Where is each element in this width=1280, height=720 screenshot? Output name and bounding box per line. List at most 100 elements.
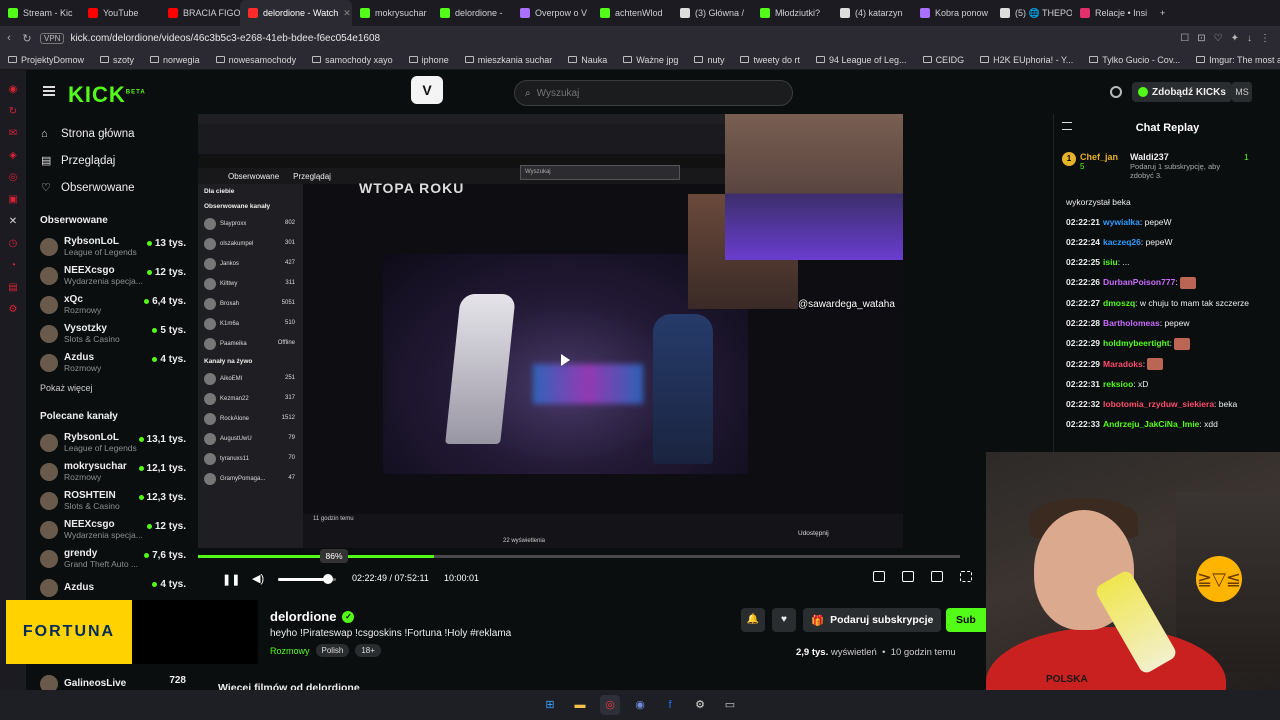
bookmark-item[interactable]: tweety do rt [732, 55, 808, 65]
bookmark-item[interactable]: iphone [401, 55, 457, 65]
volume-knob[interactable] [322, 574, 333, 584]
category-link[interactable]: Rozmowy [270, 646, 310, 656]
bookmark-item[interactable]: mieszkania suchar [457, 55, 561, 65]
bookmark-item[interactable]: 94 League of Leg... [808, 55, 915, 65]
download-icon[interactable]: ↓ [1247, 33, 1252, 44]
browser-tab[interactable]: (5) 🌐 THEPO [992, 0, 1072, 26]
search-box[interactable]: ⌕ [514, 80, 793, 106]
menu-icon[interactable]: ⋮ [1260, 33, 1270, 44]
sidebar-item-home[interactable]: ⌂ Strona główna [26, 120, 192, 147]
chat-username[interactable]: Maradoks [1103, 359, 1143, 369]
sidebar-item-browse[interactable]: ▤ Przeglądaj [26, 147, 192, 174]
chat-username[interactable]: dmoszq [1103, 298, 1135, 308]
sidebar-channel[interactable]: RybsonLoL League of Legends 13,1 tys. [26, 428, 192, 457]
extension-icon[interactable]: ✦ [1231, 33, 1239, 44]
browser-tab[interactable]: (3) Główna / [672, 0, 752, 26]
show-more-link[interactable]: Pokaż więcej [26, 377, 192, 397]
sidebar-channel[interactable]: Azdus 4 tys. [26, 573, 192, 602]
gift-subscription-button[interactable]: 🎁 Podaruj subskrypcje [803, 608, 942, 632]
bookmark-item[interactable]: norwegia [142, 55, 208, 65]
discord-taskbar-icon[interactable]: ◉ [630, 695, 650, 715]
search-input[interactable] [536, 87, 757, 99]
chat-username[interactable]: wywialka [1103, 217, 1140, 227]
user-avatar[interactable]: MS [1232, 82, 1252, 102]
sidebar-channel[interactable]: ROSHTEIN Slots & Casino 12,3 tys. [26, 486, 192, 515]
notification-bell-button[interactable]: 🔔 [741, 608, 765, 632]
history-icon[interactable]: ◔ [10, 260, 16, 271]
bookmark-item[interactable]: szoty [92, 55, 142, 65]
x-icon[interactable]: ✕ [9, 216, 17, 227]
chat-username[interactable]: Bartholomeas [1103, 318, 1160, 328]
channel-name[interactable]: delordione ✓ [270, 609, 355, 624]
bookmark-item[interactable]: Imgur: The most a... [1188, 55, 1280, 65]
browser-tab[interactable]: Kobra ponow [912, 0, 992, 26]
browser-tab[interactable]: Młodziutki? [752, 0, 832, 26]
theater-icon[interactable] [873, 571, 885, 582]
sidebar-channel[interactable]: NEEXcsgo Wydarzenia specja... 12 tys. [26, 261, 192, 290]
notes-icon[interactable]: ▤ [8, 282, 17, 293]
bookmark-item[interactable]: H2K EUphoria! - Y... [972, 55, 1081, 65]
bookmark-item[interactable]: nuty [686, 55, 732, 65]
clock-icon[interactable]: ◷ [9, 238, 18, 249]
new-tab-button[interactable]: + [1152, 0, 1173, 26]
refresh-icon[interactable]: ↻ [9, 106, 17, 117]
bookmark-item[interactable]: CEIDG [915, 55, 973, 65]
messenger-icon[interactable]: ◉ [9, 84, 18, 95]
settings-icon[interactable]: ⚙ [9, 304, 18, 315]
sidebar-channel[interactable]: RybsonLoL League of Legends 13 tys. [26, 232, 192, 261]
sidebar-item-heart[interactable]: ♡ Obserwowane [26, 174, 192, 201]
cinema-icon[interactable] [931, 571, 943, 582]
chat-username[interactable]: lobotomia_rzyduw_siekiera [1103, 399, 1214, 409]
browser-tab[interactable]: delordione - [432, 0, 512, 26]
fortuna-ad[interactable]: FORTUNA [6, 600, 132, 664]
reload-icon[interactable]: ↻ [18, 32, 36, 45]
chat-username[interactable]: DurbanPoison777 [1103, 277, 1175, 287]
back-icon[interactable]: ‹ [0, 32, 18, 44]
close-tab-icon[interactable]: ✕ [343, 8, 351, 19]
video-player[interactable]: Obserwowane Przeglądaj Wyszukaj Dla cieb… [198, 114, 903, 548]
get-kicks-button[interactable]: Zdobądź KICKs [1132, 82, 1232, 102]
hamburger-icon[interactable] [43, 86, 55, 96]
fullscreen-icon[interactable] [960, 571, 972, 582]
bookmark-item[interactable]: Nauka [560, 55, 615, 65]
seek-bar[interactable] [198, 555, 960, 558]
sidebar-channel[interactable]: GalineosLive 728 [26, 669, 192, 690]
discord-icon[interactable]: ◎ [9, 172, 18, 183]
browser-tab[interactable]: YouTube [80, 0, 160, 26]
sidebar-channel[interactable]: grendy Grand Theft Auto ... 7,6 tys. [26, 544, 192, 573]
pause-icon[interactable]: ❚❚ [222, 573, 240, 586]
sidebar-channel[interactable]: xQc Rozmowy 6,4 tys. [26, 290, 192, 319]
chat-username[interactable]: isiu [1103, 257, 1118, 267]
steam-icon[interactable]: ⚙ [690, 695, 710, 715]
vivaldi-taskbar-icon[interactable]: ◎ [600, 695, 620, 715]
chat-username[interactable]: holdmybeertight [1103, 338, 1170, 348]
browser-tab[interactable]: achtenWlod [592, 0, 672, 26]
facebook-icon[interactable]: f [660, 695, 680, 715]
vivaldi-icon[interactable]: ◈ [9, 150, 17, 161]
screenshot-icon[interactable]: ⊡ [1197, 33, 1205, 44]
browser-tab[interactable]: mokrysuchar [352, 0, 432, 26]
sidebar-channel[interactable]: Vysotzky Slots & Casino 5 tys. [26, 319, 192, 348]
browser-tab[interactable]: Stream - Kic [0, 0, 80, 26]
chat-username[interactable]: kaczeq26 [1103, 237, 1141, 247]
windows-start-icon[interactable]: ⊞ [540, 695, 560, 715]
bookmark-item[interactable]: samochody xayo [304, 55, 401, 65]
kick-logo[interactable]: KICKBETA [68, 82, 146, 108]
chat-username[interactable]: reksioo [1103, 379, 1133, 389]
browser-tab[interactable]: Overpow o V [512, 0, 592, 26]
bookmark-item[interactable]: ProjektyDomow [0, 55, 92, 65]
chat-username[interactable]: Andrzeju_JakCiNa_Imie [1103, 419, 1199, 429]
heart-icon[interactable]: ♡ [1214, 33, 1223, 44]
terminal-icon[interactable]: ▭ [720, 695, 740, 715]
vpn-badge[interactable]: VPN [40, 32, 65, 44]
bookmark-item[interactable]: Ważne jpg [615, 55, 686, 65]
browser-tab[interactable]: (4) katarzyn [832, 0, 912, 26]
file-explorer-icon[interactable]: ▬ [570, 695, 590, 715]
favorite-button[interactable]: ♥ [772, 608, 796, 632]
browser-tab[interactable]: Relacje • Insi [1072, 0, 1152, 26]
bookmark-item[interactable]: nowesamochody [208, 55, 305, 65]
volume-icon[interactable]: ◀) [252, 572, 264, 585]
sidebar-channel[interactable]: mokrysuchar Rozmowy 12,1 tys. [26, 457, 192, 486]
kicks-coin-icon[interactable] [1110, 86, 1122, 98]
language-tag[interactable]: Polish [315, 644, 350, 657]
